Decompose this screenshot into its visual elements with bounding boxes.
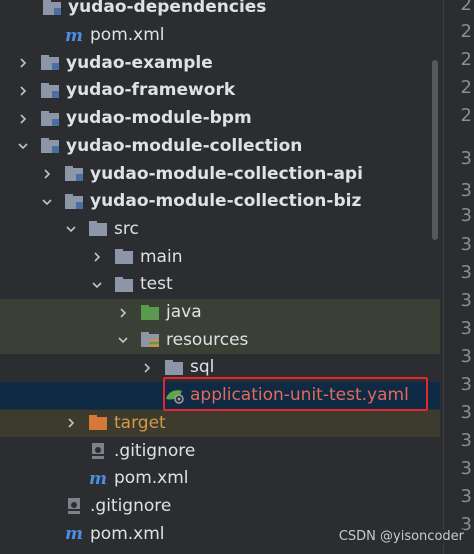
tree-row-yudao-module-bpm[interactable]: yudao-module-bpm — [0, 105, 440, 133]
tree-row-src[interactable]: src — [0, 216, 440, 244]
watermark: CSDN @yisoncoder — [338, 529, 464, 544]
line-number: 3 — [460, 486, 472, 507]
module-folder-icon — [40, 137, 60, 155]
line-number: 3 — [460, 290, 472, 311]
tree-row-label: yudao-dependencies — [68, 0, 267, 18]
line-number: 3 — [460, 458, 472, 479]
chevron-right-icon[interactable] — [140, 361, 154, 375]
line-number: 2 — [460, 49, 472, 70]
folder-icon — [114, 276, 134, 294]
line-number: 3 — [460, 318, 472, 339]
chevron-right-icon[interactable] — [16, 112, 30, 126]
tree-row-label: yudao-module-collection-api — [90, 163, 363, 184]
line-number-gutter: 2 2 2 2 2 3 3 3 3 3 3 3 3 3 3 3 3 3 3 — [443, 0, 474, 554]
folder-icon — [114, 248, 134, 266]
maven-icon: m — [65, 524, 83, 545]
folder-icon — [88, 220, 108, 238]
tree-row-label: pom.xml — [90, 25, 165, 46]
tree-row-yudao-module-collection[interactable]: yudao-module-collection — [0, 133, 440, 161]
chevron-down-icon[interactable] — [116, 333, 130, 347]
scrollbar-thumb[interactable] — [432, 60, 438, 240]
project-tree: yudao-dependencies m pom.xml yudao-examp… — [0, 0, 440, 554]
tree-row-label: sql — [190, 357, 215, 378]
line-number: 3 — [460, 402, 472, 423]
gitignore-icon — [64, 497, 84, 515]
tree-row-label: resources — [166, 329, 249, 350]
tree-row-yudao-example[interactable]: yudao-example — [0, 49, 440, 77]
tree-row-label: .gitignore — [90, 495, 172, 516]
tree-row-test[interactable]: test — [0, 271, 440, 299]
chevron-right-icon[interactable] — [64, 416, 78, 430]
chevron-right-icon[interactable] — [90, 250, 104, 264]
tree-row-pom-xml[interactable]: m pom.xml — [0, 22, 440, 50]
tree-row-label: yudao-example — [66, 52, 213, 73]
tree-row-label: target — [114, 412, 166, 433]
tree-row-label: pom.xml — [90, 523, 165, 544]
module-folder-icon — [42, 0, 62, 17]
tree-row-target[interactable]: target — [0, 409, 440, 438]
line-number: 3 — [460, 205, 472, 226]
tree-row-gitignore[interactable]: .gitignore — [0, 493, 440, 521]
line-number: 3 — [460, 234, 472, 255]
tree-row-java[interactable]: java — [0, 298, 440, 327]
line-number: 3 — [460, 346, 472, 367]
chevron-right-icon[interactable] — [40, 167, 54, 181]
line-number: 3 — [460, 180, 472, 201]
line-number: 2 — [460, 21, 472, 42]
line-number: 3 — [460, 374, 472, 395]
tree-row-label: java — [166, 302, 202, 323]
module-folder-icon — [64, 165, 84, 183]
module-folder-icon — [64, 193, 84, 211]
line-number: 3 — [460, 148, 472, 169]
red-highlight-box — [163, 377, 428, 411]
tree-row-main[interactable]: main — [0, 243, 440, 271]
tree-row-label: main — [140, 246, 183, 267]
line-number: 2 — [460, 77, 472, 98]
chevron-right-icon[interactable] — [116, 306, 130, 320]
line-number: 3 — [460, 430, 472, 451]
maven-icon: m — [89, 468, 107, 489]
chevron-right-icon[interactable] — [16, 84, 30, 98]
maven-icon: m — [65, 25, 83, 46]
chevron-down-icon[interactable] — [16, 139, 30, 153]
tree-row-yudao-module-collection-api[interactable]: yudao-module-collection-api — [0, 160, 440, 188]
tree-row-label: yudao-module-collection — [66, 135, 303, 156]
module-folder-icon — [40, 54, 60, 72]
tree-row-label: yudao-framework — [66, 80, 236, 101]
tree-row-pom-xml[interactable]: m pom.xml — [0, 465, 440, 493]
folder-icon — [164, 359, 184, 377]
tree-row-label: yudao-module-collection-biz — [90, 191, 362, 212]
tree-row-label: yudao-module-bpm — [66, 108, 252, 129]
chevron-down-icon[interactable] — [90, 278, 104, 292]
gitignore-icon — [88, 442, 108, 460]
test-resources-folder-icon — [140, 331, 160, 349]
line-number: 3 — [460, 262, 472, 283]
tree-row-resources[interactable]: resources — [0, 326, 440, 355]
tree-row-label: src — [114, 218, 139, 239]
tree-row-yudao-dependencies[interactable]: yudao-dependencies — [0, 0, 440, 22]
chevron-down-icon[interactable] — [64, 222, 78, 236]
module-folder-icon — [40, 82, 60, 100]
test-source-folder-icon — [140, 304, 160, 322]
line-number: 2 — [460, 0, 472, 15]
module-folder-icon — [40, 110, 60, 128]
tree-row-label: test — [140, 274, 173, 295]
line-number: 2 — [460, 105, 472, 126]
chevron-right-icon[interactable] — [16, 56, 30, 70]
tree-row-gitignore[interactable]: .gitignore — [0, 437, 440, 465]
chevron-down-icon[interactable] — [40, 195, 54, 209]
tree-row-yudao-framework[interactable]: yudao-framework — [0, 77, 440, 105]
excluded-folder-icon — [88, 414, 108, 432]
tree-row-label: .gitignore — [114, 440, 196, 461]
tree-row-label: pom.xml — [114, 468, 189, 489]
tree-row-yudao-module-collection-biz[interactable]: yudao-module-collection-biz — [0, 188, 440, 216]
